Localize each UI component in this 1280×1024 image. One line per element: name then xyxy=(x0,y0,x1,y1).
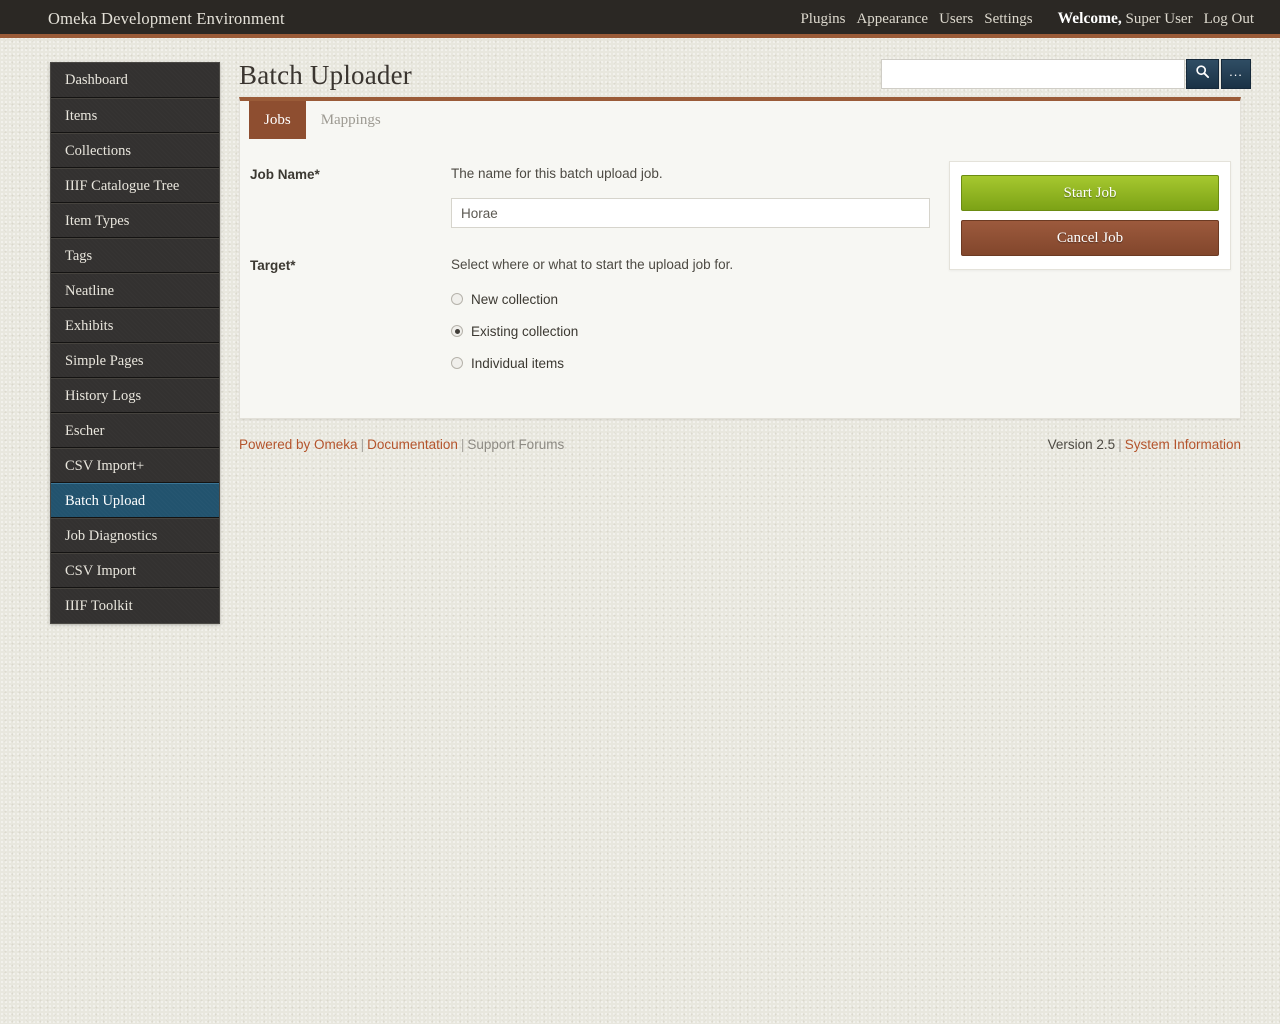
action-panel: Start Job Cancel Job xyxy=(949,161,1231,270)
job-name-label: Job Name* xyxy=(250,167,320,182)
sidebar-item-history-logs[interactable]: History Logs xyxy=(51,378,219,413)
nav-logout[interactable]: Log Out xyxy=(1204,11,1254,28)
sidebar-item-exhibits[interactable]: Exhibits xyxy=(51,308,219,343)
target-label: Target* xyxy=(250,258,296,273)
start-job-button[interactable]: Start Job xyxy=(961,175,1219,211)
search-input[interactable] xyxy=(881,59,1185,89)
top-bar: Omeka Development Environment Plugins Ap… xyxy=(0,0,1280,38)
footer-powered-by-omeka[interactable]: Powered by Omeka xyxy=(239,437,358,452)
site-title: Omeka Development Environment xyxy=(48,9,285,28)
target-body: Select where or what to start the upload… xyxy=(451,257,951,382)
user-name: Super User xyxy=(1125,11,1193,27)
nav-plugins[interactable]: Plugins xyxy=(800,11,845,28)
top-navigation: Plugins Appearance Users Settings Welcom… xyxy=(800,10,1254,28)
sidebar-item-item-types[interactable]: Item Types xyxy=(51,203,219,238)
target-radio-group: New collection Existing collection Indiv… xyxy=(451,286,951,376)
nav-settings[interactable]: Settings xyxy=(984,11,1032,28)
radio-label: New collection xyxy=(471,291,559,307)
sidebar-item-iiif-toolkit[interactable]: IIIF Toolkit xyxy=(51,588,219,623)
footer-separator: | xyxy=(1118,437,1122,452)
footer-version: Version 2.5 xyxy=(1047,437,1116,452)
tab-bar: Jobs Mappings xyxy=(249,101,396,139)
sidebar-item-batch-upload[interactable]: Batch Upload xyxy=(51,483,219,518)
content-panel: Jobs Mappings Job Name* The name for thi… xyxy=(239,97,1241,419)
tab-mappings[interactable]: Mappings xyxy=(306,101,396,139)
sidebar-item-escher[interactable]: Escher xyxy=(51,413,219,448)
search-button[interactable] xyxy=(1186,59,1219,89)
nav-appearance[interactable]: Appearance xyxy=(856,11,928,28)
sidebar-item-simple-pages[interactable]: Simple Pages xyxy=(51,343,219,378)
radio-existing-collection[interactable]: Existing collection xyxy=(451,318,951,344)
footer-right: Version 2.5 | System Information xyxy=(1048,437,1241,452)
cancel-job-button[interactable]: Cancel Job xyxy=(961,220,1219,256)
sidebar-item-items[interactable]: Items xyxy=(51,98,219,133)
welcome-group: Welcome, Super User xyxy=(1058,10,1193,28)
footer-left: Powered by Omeka | Documentation | Support F… xyxy=(239,437,564,452)
tab-jobs[interactable]: Jobs xyxy=(249,101,306,139)
footer-separator: | xyxy=(360,437,365,452)
job-name-body: The name for this batch upload job. xyxy=(451,166,951,228)
radio-label: Individual items xyxy=(471,355,565,371)
welcome-word: Welcome, xyxy=(1057,10,1122,27)
radio-icon xyxy=(451,357,463,369)
sidebar: Dashboard Items Collections IIIF Catalogue … xyxy=(50,62,220,624)
sidebar-item-iiif-catalogue-tree[interactable]: IIIF Catalogue Tree xyxy=(51,168,219,203)
footer-separator: | xyxy=(460,437,465,452)
footer-documentation[interactable]: Documentation xyxy=(367,437,458,452)
sidebar-item-collections[interactable]: Collections xyxy=(51,133,219,168)
radio-icon xyxy=(451,325,463,337)
footer-system-information[interactable]: System Information xyxy=(1125,437,1241,452)
advanced-search-button[interactable]: ... xyxy=(1221,59,1251,89)
page-title: Batch Uploader xyxy=(239,60,412,90)
radio-new-collection[interactable]: New collection xyxy=(451,286,951,312)
target-description: Select where or what to start the upload… xyxy=(451,257,734,272)
sidebar-item-csv-import[interactable]: CSV Import+ xyxy=(51,448,219,483)
radio-label: Existing collection xyxy=(471,323,579,339)
sidebar-item-csv-import[interactable]: CSV Import xyxy=(51,553,219,588)
sidebar-item-dashboard[interactable]: Dashboard xyxy=(51,63,219,98)
sidebar-item-job-diagnostics[interactable]: Job Diagnostics xyxy=(51,518,219,553)
search-icon xyxy=(1195,64,1210,84)
sidebar-item-tags[interactable]: Tags xyxy=(51,238,219,273)
radio-individual-items[interactable]: Individual items xyxy=(451,350,951,376)
radio-icon xyxy=(451,293,463,305)
nav-users[interactable]: Users xyxy=(939,11,973,28)
footer-support-forums[interactable]: Support Forums xyxy=(467,437,564,452)
job-name-description: The name for this batch upload job. xyxy=(451,166,663,181)
search-bar: ... xyxy=(881,59,1251,89)
sidebar-item-neatline[interactable]: Neatline xyxy=(51,273,219,308)
job-name-input[interactable] xyxy=(451,198,930,228)
